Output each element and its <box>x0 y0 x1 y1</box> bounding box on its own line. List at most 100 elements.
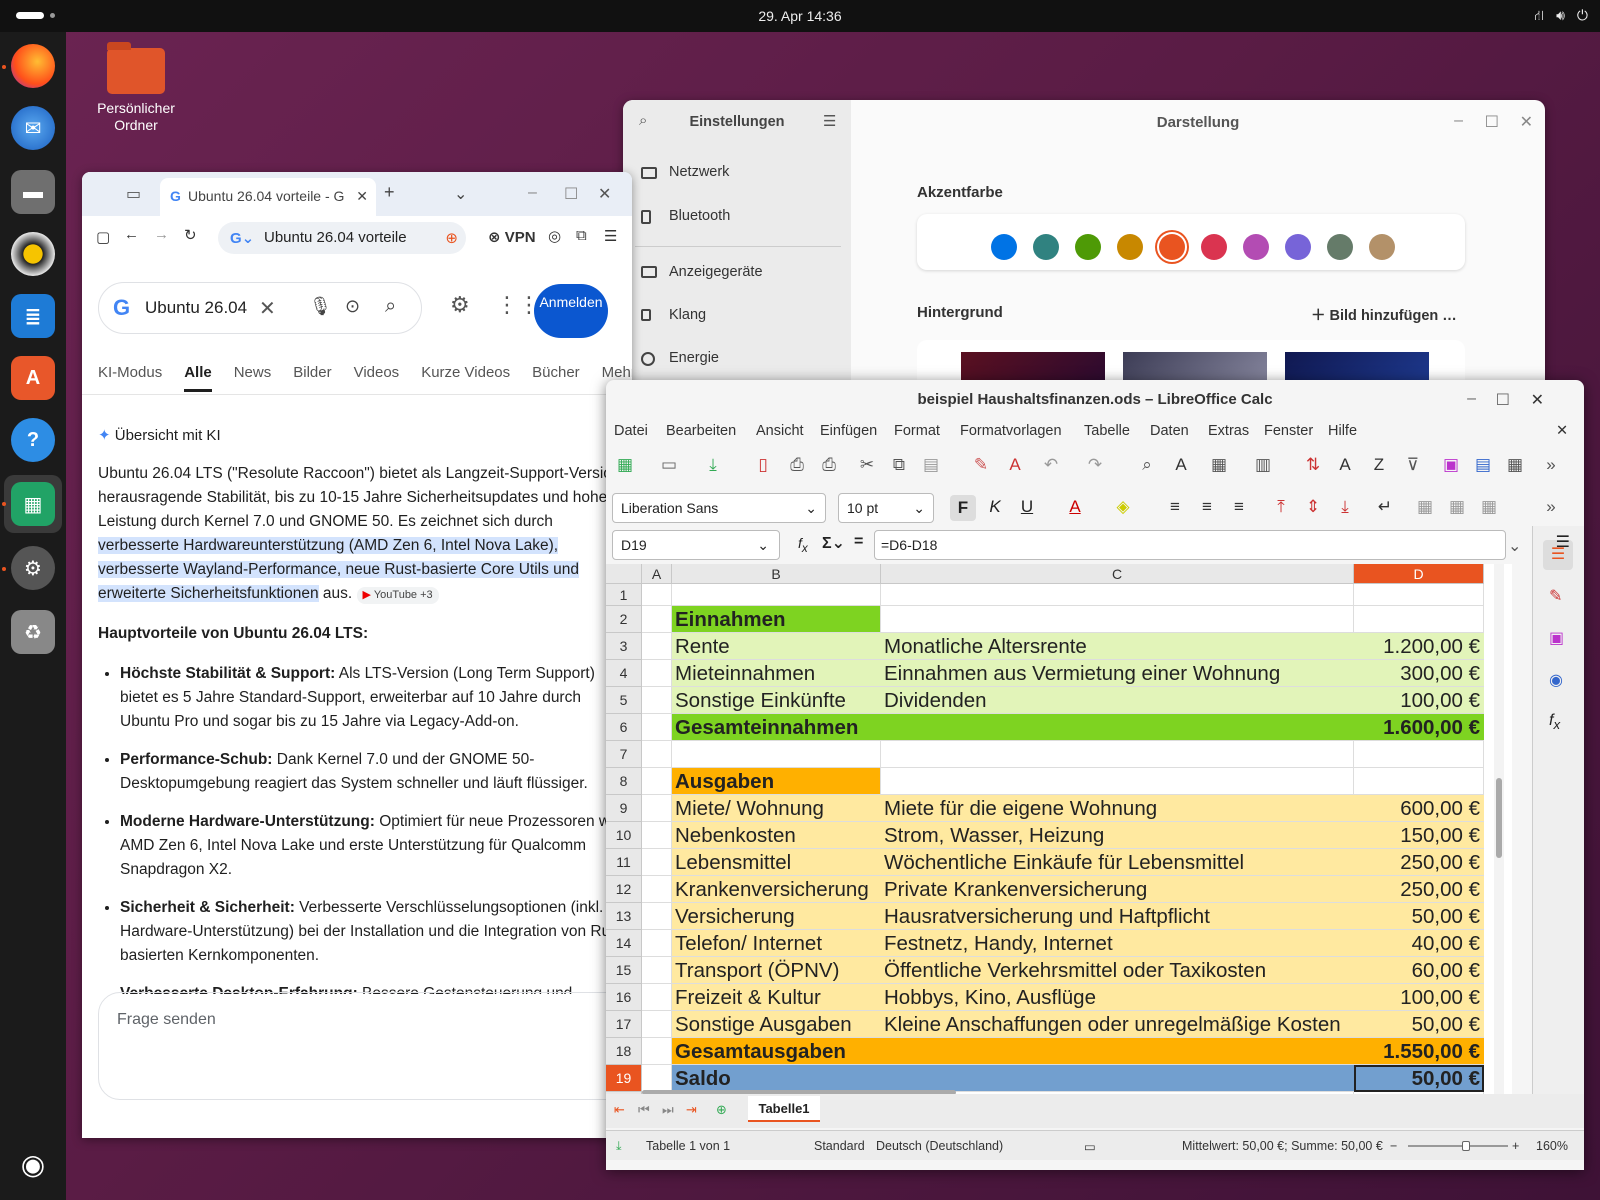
cell-b12[interactable]: Krankenversicherung <box>672 876 881 903</box>
cell-b10[interactable]: Nebenkosten <box>672 822 881 849</box>
row-header[interactable]: 18 <box>606 1038 642 1065</box>
cell-a3[interactable] <box>642 633 672 660</box>
status-zoom[interactable]: 160% <box>1536 1139 1568 1153</box>
cell-d9[interactable]: 600,00 € <box>1354 795 1484 822</box>
align-top-icon[interactable]: ⤒ <box>1270 496 1292 518</box>
nav-videos[interactable]: Videos <box>354 364 400 392</box>
address-bar[interactable]: G⌄ Ubuntu 26.04 vorteile ⊕ <box>218 222 466 254</box>
chevron-down-icon[interactable]: ⌄ <box>805 500 817 517</box>
tab-dropdown-icon[interactable]: ⌄ <box>454 184 467 204</box>
accent-swatch[interactable] <box>1159 234 1185 260</box>
align-center-icon[interactable]: ≡ <box>1196 496 1218 518</box>
calc-icon[interactable]: ▦ <box>11 482 55 526</box>
cell-a17[interactable] <box>642 1011 672 1038</box>
cell-b5[interactable]: Sonstige Einkünfte <box>672 687 881 714</box>
accent-swatch[interactable] <box>991 234 1017 260</box>
menu-fenster[interactable]: Fenster <box>1264 423 1313 439</box>
cell-a7[interactable] <box>642 741 672 768</box>
cell-d5[interactable]: 100,00 € <box>1354 687 1484 714</box>
row-header[interactable]: 3 <box>606 633 642 660</box>
export-pdf-icon[interactable]: ▯ <box>752 454 774 476</box>
cell-d3[interactable]: 1.200,00 € <box>1354 633 1484 660</box>
row-header[interactable]: 16 <box>606 984 642 1011</box>
search-input[interactable]: Ubuntu 26.04 <box>145 298 247 318</box>
cell-c5[interactable]: Dividenden <box>881 687 1354 714</box>
cut-icon[interactable]: ✂ <box>856 454 878 476</box>
files-icon[interactable]: ▬ <box>11 170 55 214</box>
tab-list-icon[interactable]: ▭ <box>126 184 141 204</box>
cell-a4[interactable] <box>642 660 672 687</box>
redo-icon[interactable]: ↷ <box>1084 454 1106 476</box>
row-header[interactable]: 2 <box>606 606 642 633</box>
cell-d11[interactable]: 250,00 € <box>1354 849 1484 876</box>
back-icon[interactable]: ← <box>124 226 139 243</box>
col-header-b[interactable]: B <box>672 564 881 584</box>
profile-icon[interactable]: ◎ <box>548 227 561 245</box>
functions-icon[interactable]: fx <box>1549 712 1560 732</box>
sidebar-icon[interactable]: ▢ <box>96 228 110 246</box>
tab-close-icon[interactable]: ✕ <box>356 188 368 205</box>
accent-swatch[interactable] <box>1201 234 1227 260</box>
mic-icon[interactable]: 🎙︎ <box>309 296 332 317</box>
menu-extras[interactable]: Extras <box>1208 423 1249 439</box>
cell-b19[interactable]: Saldo <box>672 1065 881 1092</box>
settings-item-energie[interactable]: Energie <box>669 350 719 366</box>
cell-a11[interactable] <box>642 849 672 876</box>
menu-formatvorlagen[interactable]: Formatvorlagen <box>960 423 1062 439</box>
merge-icon[interactable]: ▦ <box>1414 496 1436 518</box>
cell-c9[interactable]: Miete für die eigene Wohnung <box>881 795 1354 822</box>
clone-icon[interactable]: ✎ <box>970 454 992 476</box>
unmerge-icon[interactable]: ▦ <box>1446 496 1468 518</box>
cell-c13[interactable]: Hausratversicherung und Haftpflicht <box>881 903 1354 930</box>
cell-d15[interactable]: 60,00 € <box>1354 957 1484 984</box>
cell-c18[interactable] <box>881 1038 1354 1065</box>
clock[interactable]: 29. Apr 14:36 <box>0 8 1600 24</box>
menu-tabelle[interactable]: Tabelle <box>1084 423 1130 439</box>
find-icon[interactable]: ⌕ <box>1136 454 1158 476</box>
ask-input[interactable]: Frage senden <box>98 992 632 1100</box>
network-icon[interactable]: ⛙ <box>1534 7 1544 26</box>
first-sheet-icon[interactable]: ⇤ <box>614 1102 625 1118</box>
paste-icon[interactable]: ▤ <box>920 454 942 476</box>
cell-c6[interactable] <box>881 714 1354 741</box>
cell-c19[interactable] <box>881 1065 1354 1092</box>
accent-swatch[interactable] <box>1117 234 1143 260</box>
col-header-c[interactable]: C <box>881 564 1354 584</box>
column-icon[interactable]: ▥ <box>1252 454 1274 476</box>
new-icon[interactable]: ▦ <box>614 454 636 476</box>
cell-b16[interactable]: Freizeit & Kultur <box>672 984 881 1011</box>
equals-icon[interactable]: = <box>854 533 863 551</box>
chevron-down-icon[interactable]: ⌄ <box>757 537 769 554</box>
cell-a18[interactable] <box>642 1038 672 1065</box>
cell-b17[interactable]: Sonstige Ausgaben <box>672 1011 881 1038</box>
borders-icon[interactable]: ▦ <box>1478 496 1500 518</box>
sort-icon[interactable]: ⇅ <box>1302 454 1324 476</box>
cell-c11[interactable]: Wöchentliche Einkäufe für Lebensmittel <box>881 849 1354 876</box>
cell-c8[interactable] <box>881 768 1354 795</box>
cell-d4[interactable]: 300,00 € <box>1354 660 1484 687</box>
cell-a9[interactable] <box>642 795 672 822</box>
cell-b13[interactable]: Versicherung <box>672 903 881 930</box>
cell-d2[interactable] <box>1354 606 1484 633</box>
more-icon[interactable]: » <box>1540 496 1562 518</box>
forward-icon[interactable]: → <box>154 226 169 243</box>
menu-datei[interactable]: Datei <box>614 423 648 439</box>
zoom-slider[interactable] <box>1408 1141 1508 1151</box>
last-sheet-icon[interactable]: ⇥ <box>686 1102 697 1118</box>
vpn-button[interactable]: ⊗ VPN <box>488 228 536 246</box>
print-icon[interactable]: ⎙ <box>786 454 808 476</box>
settings-item-bluetooth[interactable]: Bluetooth <box>669 208 730 224</box>
pivot-icon[interactable]: ▦ <box>1504 454 1526 476</box>
selection-mode-icon[interactable]: ▭ <box>1084 1139 1096 1154</box>
vertical-scrollbar[interactable] <box>1494 564 1504 1094</box>
cell-b2[interactable]: Einnahmen <box>672 606 881 633</box>
menu-ansicht[interactable]: Ansicht <box>756 423 804 439</box>
row-header[interactable]: 11 <box>606 849 642 876</box>
browser-tab[interactable]: G Ubuntu 26.04 vorteile - G ✕ <box>160 178 376 216</box>
google-search-box[interactable]: G Ubuntu 26.04 ✕ 🎙︎ ⊙ ⌕ <box>98 282 422 334</box>
row-header[interactable]: 7 <box>606 741 642 768</box>
cell-b3[interactable]: Rente <box>672 633 881 660</box>
styles-icon[interactable]: ✎ <box>1549 586 1562 606</box>
cell-b11[interactable]: Lebensmittel <box>672 849 881 876</box>
cell-d19[interactable]: 50,00 € <box>1354 1065 1484 1092</box>
